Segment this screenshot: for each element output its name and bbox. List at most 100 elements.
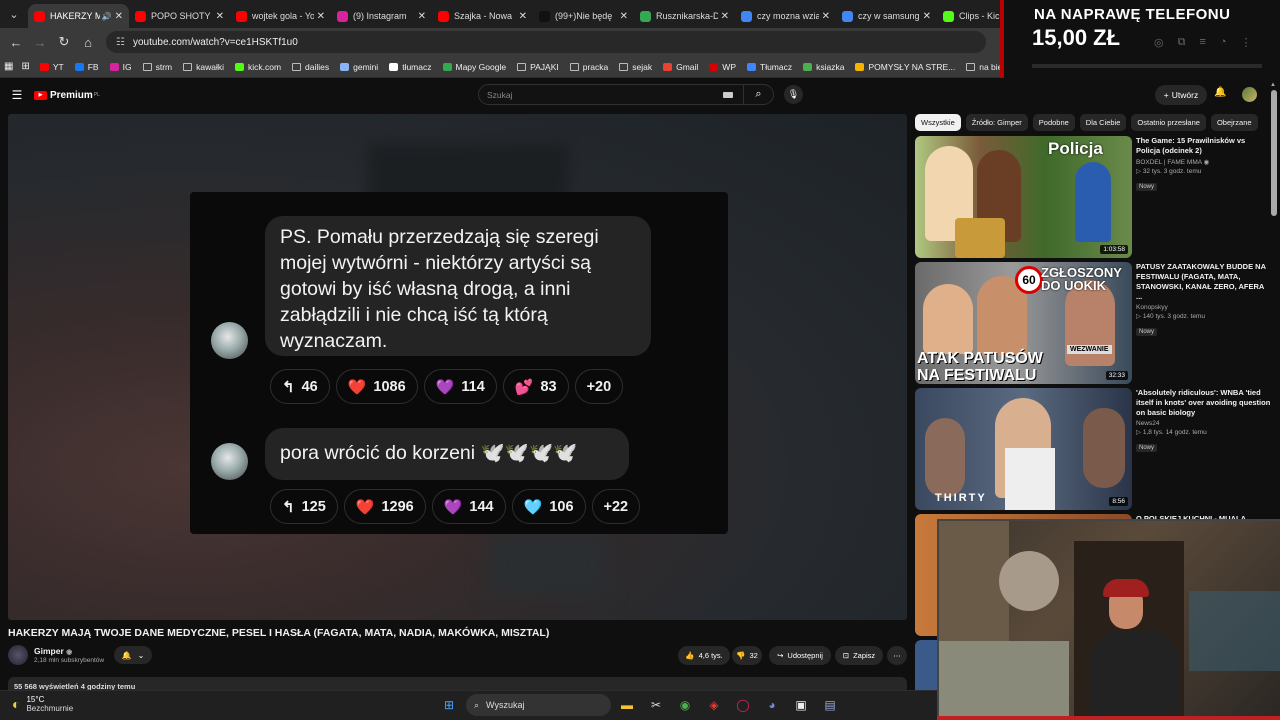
more-icon[interactable]: ⋮ xyxy=(1241,36,1252,49)
rec-title[interactable]: The Game: 15 Prawilnisków vs Policja (od… xyxy=(1136,136,1271,156)
subscribe-bell-button[interactable]: 🔔 ⌄ xyxy=(114,646,152,664)
discord-icon[interactable]: ◕ xyxy=(763,696,781,714)
bookmark-item[interactable]: FB xyxy=(74,62,99,72)
video-thumbnail[interactable]: Policja 1:03:58 xyxy=(915,136,1132,258)
bookmark-item[interactable]: Mapy Google xyxy=(442,62,506,72)
browser-tab[interactable]: POPO SHOTY - YouTube✕ xyxy=(129,4,230,28)
rec-channel[interactable]: BOXDEL | FAME MMA ◉ xyxy=(1136,158,1271,166)
notifications-icon[interactable]: 🔔 xyxy=(1214,87,1226,98)
search-box[interactable]: Szukaj ⌕ xyxy=(478,84,774,105)
browser-tab[interactable]: Rusznikarska-D ✕ xyxy=(634,4,735,28)
bookmark-item[interactable]: gemini xyxy=(340,62,378,72)
bookmark-item[interactable]: IG xyxy=(109,62,132,72)
recommendation-item[interactable]: 60 ZGŁOSZONY DO UOKIK WEZWANIE ATAK PATU… xyxy=(915,262,1275,385)
windows-start-icon[interactable]: ⊞ xyxy=(440,696,458,714)
bookmark-item[interactable]: Gmail xyxy=(663,62,698,72)
share-button[interactable]: ↪ Udostępnij xyxy=(769,646,831,665)
close-tab-icon[interactable]: ✕ xyxy=(923,11,931,22)
recommendation-item[interactable]: Policja 1:03:58 The Game: 15 Prawilniskó… xyxy=(915,136,1275,259)
save-button[interactable]: ⊡ Zapisz xyxy=(835,646,883,665)
forward-icon[interactable]: → xyxy=(28,35,52,50)
speaker-icon[interactable]: 🔊 xyxy=(102,12,112,21)
bookmark-item[interactable]: kawałki xyxy=(183,62,224,72)
reload-icon[interactable]: ↻ xyxy=(52,34,76,50)
more-actions-icon[interactable]: ⋯ xyxy=(887,646,907,665)
extension-icon[interactable]: ◎ xyxy=(1154,36,1164,49)
create-button[interactable]: + Utwórz xyxy=(1155,85,1207,105)
notepad-icon[interactable]: ▤ xyxy=(821,696,839,714)
bookmark-item[interactable]: dailies xyxy=(292,62,329,72)
youtube-logo[interactable]: ▶ Premium PL xyxy=(34,90,100,101)
bookmark-item[interactable]: Tłumacz xyxy=(747,62,792,72)
filter-chip[interactable]: Dla Ciebie xyxy=(1079,114,1127,131)
back-icon[interactable]: ← xyxy=(4,35,28,50)
video-thumbnail[interactable] xyxy=(915,640,937,690)
search-input[interactable]: Szukaj xyxy=(479,90,723,100)
bookmark-item[interactable]: strm xyxy=(142,62,172,72)
browser-tab[interactable]: czy w samsung ✕ xyxy=(836,4,937,28)
filter-chip[interactable]: Źródło: Gimper xyxy=(965,114,1028,131)
mic-icon[interactable]: 🎙 xyxy=(784,85,803,104)
chrome-icon[interactable]: ◉ xyxy=(676,696,694,714)
menu-icon[interactable]: ☰ xyxy=(0,88,34,102)
bookmark-item[interactable]: YT xyxy=(39,62,64,72)
close-tab-icon[interactable]: ✕ xyxy=(216,11,224,22)
browser-tab[interactable]: wojtek gola - YouTube✕ xyxy=(230,4,331,28)
browser-tab[interactable]: HAKERZY MAJĄ TWOJE DANE MEDYCZNE🔊✕ xyxy=(28,4,129,28)
rec-channel[interactable]: News24 xyxy=(1136,420,1271,427)
taskbar-search[interactable]: ⌕ Wyszukaj xyxy=(466,694,611,716)
bookmark-item[interactable]: pracka xyxy=(569,62,608,72)
rec-channel[interactable]: Konopskyy xyxy=(1136,304,1271,311)
menu-lines-icon[interactable]: ≡ xyxy=(1199,36,1205,49)
filter-chip[interactable]: Podobne xyxy=(1032,114,1075,131)
bookmark-item[interactable]: ksiazka xyxy=(803,62,844,72)
bookmark-item[interactable]: POMYSŁY NA STRE... xyxy=(855,62,955,72)
close-tab-icon[interactable]: ✕ xyxy=(620,11,628,22)
scroll-up-icon[interactable]: ▲ xyxy=(1270,82,1276,88)
puzzle-icon[interactable]: ⧉ xyxy=(1178,36,1186,49)
channel-avatar[interactable] xyxy=(8,645,28,665)
apps-icon[interactable]: ▦ xyxy=(4,61,13,72)
browser-tab[interactable]: Szajka - Nowa ✕ xyxy=(432,4,533,28)
bookmark-item[interactable]: kick.com xyxy=(234,62,281,72)
filter-chip[interactable]: Wszystkie xyxy=(915,114,961,131)
avatar[interactable] xyxy=(1242,87,1257,102)
address-bar[interactable]: ☷ youtube.com/watch?v=ce1HSKTf1u0 xyxy=(106,31,986,53)
grid-icon[interactable]: ⊞ xyxy=(21,61,29,72)
close-tab-icon[interactable]: ✕ xyxy=(317,11,325,22)
like-button[interactable]: 👍 4,6 tys. xyxy=(678,646,730,665)
search-icon[interactable]: ⌕ xyxy=(743,85,773,104)
bookmark-item[interactable]: sejak xyxy=(619,62,652,72)
browser-tab[interactable]: (99+)Nie będę ✕ xyxy=(533,4,634,28)
home-icon[interactable]: ⌂ xyxy=(76,35,100,50)
video-player[interactable]: PS. Pomału przerzedzają się szeregi moje… xyxy=(8,114,907,620)
snipping-tool-icon[interactable]: ✂ xyxy=(647,696,665,714)
video-thumbnail[interactable]: THIRTY 8:56 xyxy=(915,388,1132,510)
rec-title[interactable]: 'Absolutely ridiculous': WNBA 'tied itse… xyxy=(1136,388,1271,418)
filter-chip[interactable]: Obejrzane xyxy=(1210,114,1258,131)
file-explorer-icon[interactable]: ▬ xyxy=(618,696,636,714)
rec-title[interactable]: PATUSY ZAATAKOWAŁY BUDDE NA FESTIWALU (F… xyxy=(1136,262,1271,302)
bookmark-item[interactable]: PAJĄKI xyxy=(517,62,559,72)
bookmark-item[interactable]: tłumacz xyxy=(389,62,432,72)
close-tab-icon[interactable]: ✕ xyxy=(115,11,123,22)
recommendation-item[interactable]: THIRTY 8:56 'Absolutely ridiculous': WNB… xyxy=(915,388,1275,511)
close-tab-icon[interactable]: ✕ xyxy=(519,11,527,22)
close-tab-icon[interactable]: ✕ xyxy=(822,11,830,22)
keyboard-icon[interactable] xyxy=(723,91,733,98)
description-box[interactable]: 55 568 wyświetleń 4 godziny temu xyxy=(8,677,907,691)
bookmark-item[interactable]: WP xyxy=(709,62,736,72)
video-thumbnail[interactable]: 60 ZGŁOSZONY DO UOKIK WEZWANIE ATAK PATU… xyxy=(915,262,1132,384)
close-tab-icon[interactable]: ✕ xyxy=(721,11,729,22)
browser-tab[interactable]: (9) Instagram ✕ xyxy=(331,4,432,28)
close-tab-icon[interactable]: ✕ xyxy=(418,11,426,22)
opera-icon[interactable]: ◯ xyxy=(734,696,752,714)
dislike-button[interactable]: 👎 32 xyxy=(732,646,762,665)
filter-chip[interactable]: Ostatnio przesłane xyxy=(1131,114,1206,131)
channel-name[interactable]: Gimper ◉ xyxy=(34,646,72,656)
profile-icon[interactable]: ◔ xyxy=(1220,36,1227,49)
tab-search-icon[interactable]: ⌄ xyxy=(0,0,28,28)
browser-tab[interactable]: czy mozna wzią ✕ xyxy=(735,4,836,28)
site-info-icon[interactable]: ☷ xyxy=(116,37,125,48)
obs-icon[interactable]: ▣ xyxy=(792,696,810,714)
